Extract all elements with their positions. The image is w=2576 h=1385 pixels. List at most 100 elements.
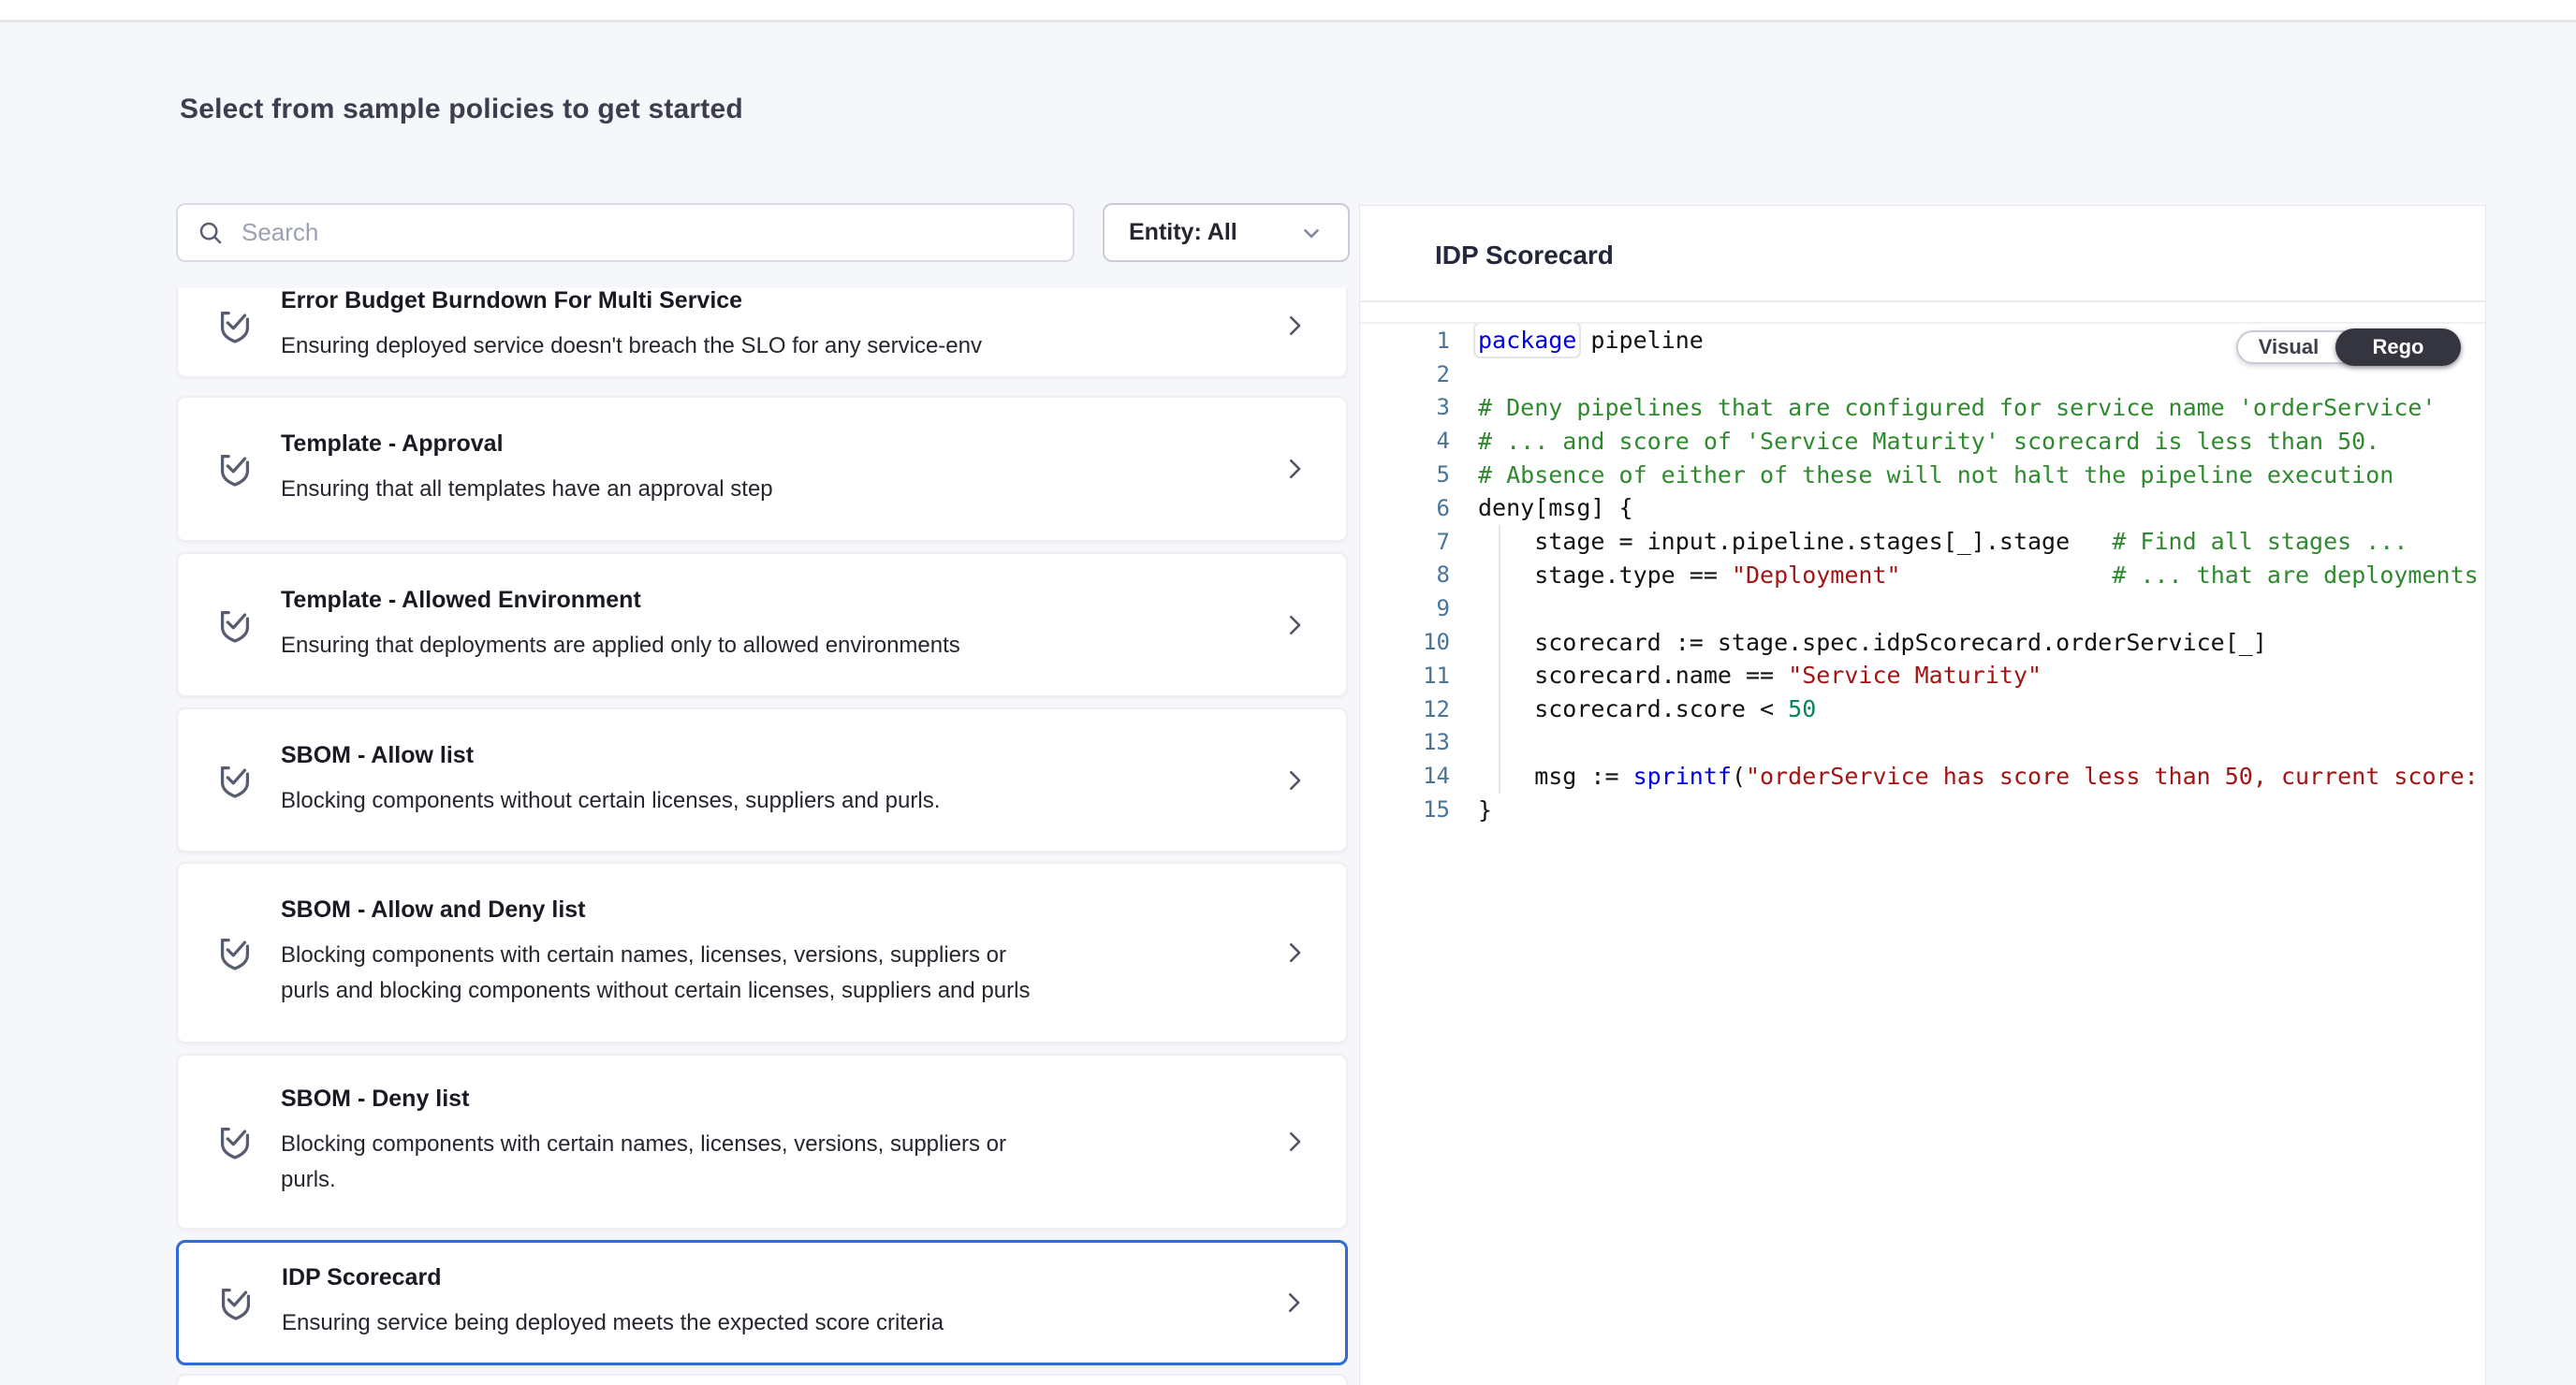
line-number: 2 xyxy=(1360,361,1450,387)
line-number: 15 xyxy=(1360,796,1450,823)
editor-mode-toggle: Visual Rego xyxy=(2236,330,2460,364)
shield-check-icon xyxy=(213,304,256,347)
shield-check-icon xyxy=(213,759,256,802)
line-number: 4 xyxy=(1360,428,1450,454)
shield-check-icon xyxy=(213,931,256,974)
code-line-content: package pipeline xyxy=(1450,327,1704,354)
code-line: 12 scorecard.score < 50 xyxy=(1360,692,2485,726)
line-number: 13 xyxy=(1360,729,1450,755)
policy-library-screen: Select from sample policies to get start… xyxy=(0,0,2576,1385)
policy-detail-panel: IDP Scorecard 1 package pipeline 2 3 # D… xyxy=(1359,205,2486,1385)
code-line-content: stage = input.pipeline.stages[_].stage #… xyxy=(1450,528,2408,555)
top-app-bar xyxy=(0,0,2576,22)
line-number: 7 xyxy=(1360,529,1450,555)
chevron-right-icon[interactable] xyxy=(1281,1126,1309,1158)
line-number: 8 xyxy=(1360,561,1450,588)
policy-card-text: SBOM - Allow list Blocking components wi… xyxy=(281,742,940,819)
code-line-content: # Deny pipelines that are configured for… xyxy=(1450,394,2437,421)
next-policy-card-partial[interactable] xyxy=(176,1374,1348,1385)
code-line: 4 # ... and score of 'Service Maturity' … xyxy=(1360,424,2485,458)
line-number: 1 xyxy=(1360,328,1450,354)
detail-panel-title: IDP Scorecard xyxy=(1435,241,1614,270)
policy-description: Ensuring that all templates have an appr… xyxy=(281,472,773,507)
code-line-content: msg := sprintf("orderService has score l… xyxy=(1450,763,2485,790)
policy-card-text: Error Budget Burndown For Multi Service … xyxy=(281,288,982,364)
search-box[interactable] xyxy=(176,203,1075,262)
chevron-down-icon xyxy=(1299,221,1324,245)
policy-description: Blocking components without certain lice… xyxy=(281,783,940,819)
policy-card-text: SBOM - Allow and Deny list Blocking comp… xyxy=(281,897,1030,1009)
policy-card-4[interactable]: SBOM - Allow list Blocking components wi… xyxy=(176,707,1348,853)
policy-title: SBOM - Allow and Deny list xyxy=(281,897,1030,924)
policy-title: SBOM - Allow list xyxy=(281,742,940,769)
entity-filter-label: Entity: All xyxy=(1129,219,1237,246)
rego-code-editor[interactable]: 1 package pipeline 2 3 # Deny pipelines … xyxy=(1360,324,2485,1385)
policy-description: Blocking components with certain names, … xyxy=(281,1127,1006,1198)
policy-title: SBOM - Deny list xyxy=(281,1086,1006,1113)
line-number: 10 xyxy=(1360,629,1450,655)
policy-card-text: IDP Scorecard Ensuring service being dep… xyxy=(282,1264,944,1341)
panel-divider xyxy=(1360,300,2485,302)
page-title: Select from sample policies to get start… xyxy=(180,94,743,125)
code-line-content: # Absence of either of these will not ha… xyxy=(1450,461,2393,488)
policy-title: IDP Scorecard xyxy=(282,1264,944,1291)
policy-card-text: SBOM - Deny list Blocking components wit… xyxy=(281,1086,1006,1198)
code-line: 6 deny[msg] { xyxy=(1360,491,2485,525)
code-line-content: stage.type == "Deployment" # ... that ar… xyxy=(1450,561,2479,589)
code-line-content: } xyxy=(1450,796,1492,824)
policy-card-3[interactable]: Template - Allowed Environment Ensuring … xyxy=(176,552,1348,697)
shield-check-icon xyxy=(213,1120,256,1163)
search-input[interactable] xyxy=(240,217,1054,248)
chevron-right-icon[interactable] xyxy=(1281,765,1309,796)
policy-list: Error Budget Burndown For Multi Service … xyxy=(176,288,1348,1385)
visual-mode-button[interactable]: Visual xyxy=(2238,332,2339,362)
shield-check-icon xyxy=(214,1281,257,1324)
chevron-right-icon[interactable] xyxy=(1281,937,1309,969)
entity-filter-dropdown[interactable]: Entity: All xyxy=(1103,203,1350,262)
line-number: 3 xyxy=(1360,394,1450,420)
line-number: 9 xyxy=(1360,595,1450,621)
policy-card-2[interactable]: Template - Approval Ensuring that all te… xyxy=(176,396,1348,542)
line-number: 6 xyxy=(1360,495,1450,521)
policy-card-text: Template - Allowed Environment Ensuring … xyxy=(281,587,960,663)
code-line: 7 stage = input.pipeline.stages[_].stage… xyxy=(1360,525,2485,559)
line-number: 14 xyxy=(1360,763,1450,789)
policy-card-6[interactable]: SBOM - Deny list Blocking components wit… xyxy=(176,1054,1348,1230)
chevron-right-icon[interactable] xyxy=(1281,310,1309,342)
code-line: 3 # Deny pipelines that are configured f… xyxy=(1360,391,2485,425)
code-line: 8 stage.type == "Deployment" # ... that … xyxy=(1360,559,2485,592)
code-line-content: scorecard := stage.spec.idpScorecard.ord… xyxy=(1450,629,2267,656)
search-icon xyxy=(197,219,225,247)
code-line: 10 scorecard := stage.spec.idpScorecard.… xyxy=(1360,625,2485,659)
line-number: 5 xyxy=(1360,461,1450,488)
code-line-content: scorecard.score < 50 xyxy=(1450,695,1816,722)
policy-description: Blocking components with certain names, … xyxy=(281,938,1030,1009)
shield-check-icon xyxy=(213,604,256,647)
code-line: 5 # Absence of either of these will not … xyxy=(1360,458,2485,491)
line-number: 12 xyxy=(1360,696,1450,722)
chevron-right-icon[interactable] xyxy=(1281,609,1309,641)
code-line: 14 msg := sprintf("orderService has scor… xyxy=(1360,759,2485,793)
policy-description: Ensuring that deployments are applied on… xyxy=(281,628,960,663)
code-line: 13 xyxy=(1360,726,2485,760)
code-line: 15 } xyxy=(1360,793,2485,826)
policy-card-1[interactable]: Error Budget Burndown For Multi Service … xyxy=(176,288,1348,378)
policy-title: Error Budget Burndown For Multi Service xyxy=(281,288,982,314)
policy-card-7[interactable]: IDP Scorecard Ensuring service being dep… xyxy=(176,1240,1348,1365)
code-line-content: deny[msg] { xyxy=(1450,494,1633,521)
code-line: 9 xyxy=(1360,591,2485,625)
chevron-right-icon[interactable] xyxy=(1281,453,1309,485)
policy-title: Template - Approval xyxy=(281,430,773,458)
policy-description: Ensuring service being deployed meets th… xyxy=(282,1305,944,1341)
chevron-right-icon[interactable] xyxy=(1280,1287,1308,1319)
shield-check-icon xyxy=(213,447,256,490)
code-line-content: # ... and score of 'Service Maturity' sc… xyxy=(1450,428,2379,455)
code-line-content: scorecard.name == "Service Maturity" xyxy=(1450,662,2042,689)
policy-title: Template - Allowed Environment xyxy=(281,587,960,614)
rego-mode-button[interactable]: Rego xyxy=(2335,328,2461,366)
code-line: 11 scorecard.name == "Service Maturity" xyxy=(1360,659,2485,692)
line-number: 11 xyxy=(1360,663,1450,689)
policy-card-text: Template - Approval Ensuring that all te… xyxy=(281,430,773,507)
policy-card-5[interactable]: SBOM - Allow and Deny list Blocking comp… xyxy=(176,862,1348,1043)
indent-guide xyxy=(1499,525,1500,794)
